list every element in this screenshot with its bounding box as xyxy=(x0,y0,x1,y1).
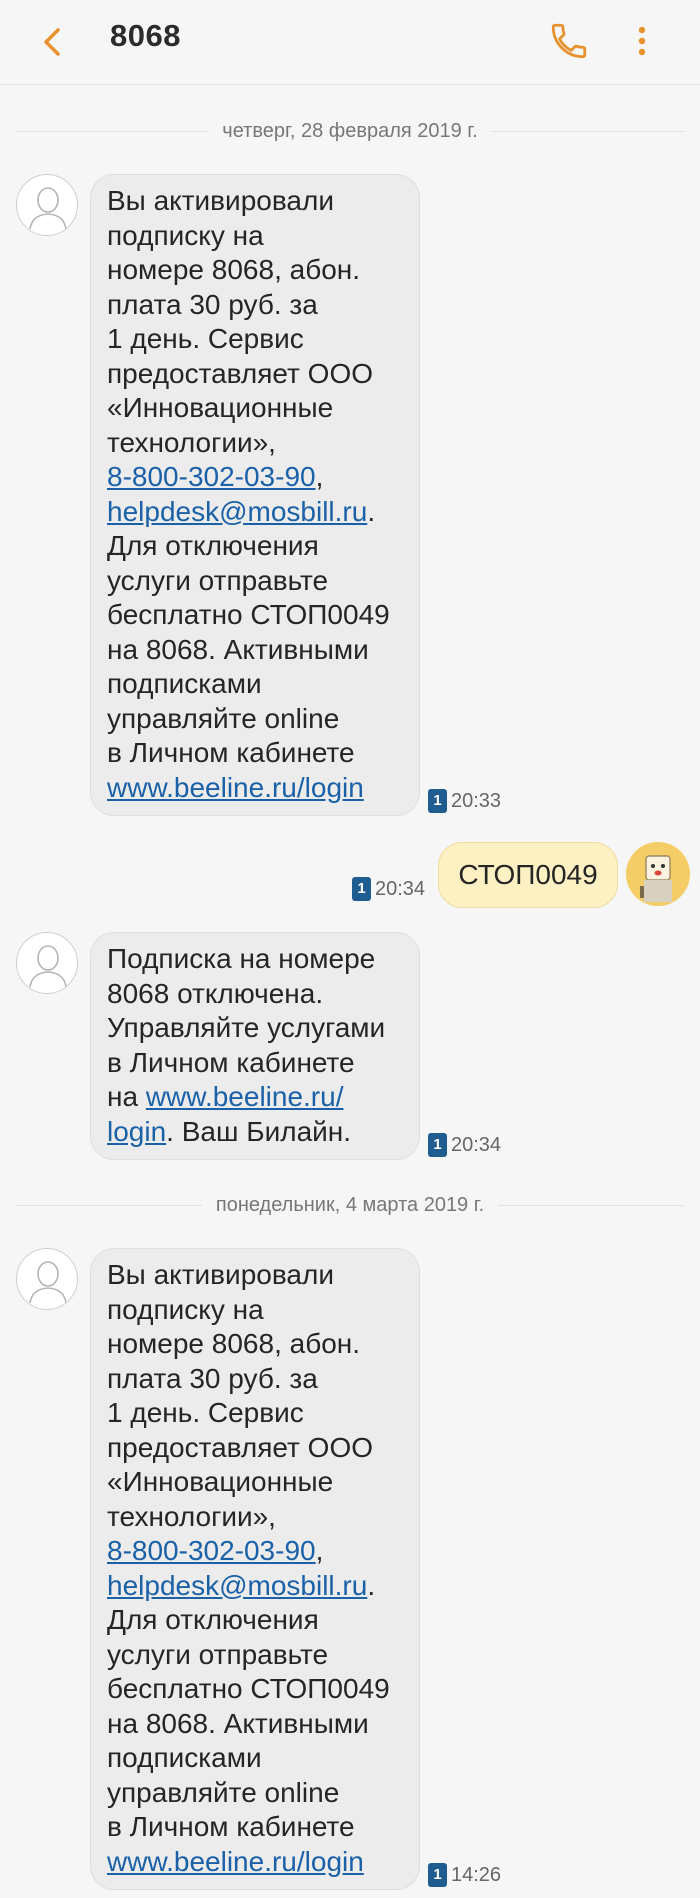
message-text: на xyxy=(107,1081,139,1112)
message-line: Подписка на номере xyxy=(107,943,376,974)
person-icon xyxy=(29,1261,67,1304)
phone-link[interactable]: 8-800-302-03-90 xyxy=(107,1535,316,1566)
message-line: бесплатно СТОП0049 xyxy=(107,599,390,630)
message-line: предоставляет ООО xyxy=(107,357,373,389)
url-link[interactable]: www.beeline.ru/login xyxy=(107,1846,364,1877)
person-icon xyxy=(29,945,67,988)
date-separator: четверг, 28 февраля 2019 г. xyxy=(16,116,685,146)
date-label: четверг, 28 февраля 2019 г. xyxy=(222,119,478,142)
message-meta: 1 20:34 xyxy=(352,876,425,902)
message-line: управляйте online xyxy=(107,1776,340,1808)
message-text: . Ваш Билайн. xyxy=(166,1115,352,1147)
email-link[interactable]: helpdesk@mosbill.ru xyxy=(107,496,367,527)
chevron-left-icon xyxy=(44,28,60,56)
message-text: СТОП0049 xyxy=(458,859,598,890)
message-line: услуги отправьте xyxy=(107,564,329,596)
message-line: технологии», xyxy=(107,426,276,458)
message-line: Для отключения xyxy=(107,530,319,561)
app-header: 8068 xyxy=(0,0,700,85)
message-line: подписками xyxy=(107,1742,262,1773)
message-meta: 1 20:34 xyxy=(428,1132,501,1158)
divider xyxy=(498,1204,685,1206)
message-line: плата 30 руб. за xyxy=(107,1362,318,1394)
message-time: 20:33 xyxy=(451,789,502,812)
message-meta: 1 20:33 xyxy=(428,788,501,814)
message-line: подписками xyxy=(107,668,262,699)
more-options-button[interactable] xyxy=(630,20,654,62)
message-time: 20:34 xyxy=(451,1133,502,1156)
message-line: подписку на xyxy=(107,219,264,251)
message-bubble[interactable]: Вы активировали подписку на номере 8068,… xyxy=(90,174,420,816)
person-icon xyxy=(29,187,67,230)
message-line: плата 30 руб. за xyxy=(107,288,318,320)
message-line: услуги отправьте xyxy=(107,1638,329,1670)
message-line: номере 8068, абон. xyxy=(107,254,361,285)
back-button[interactable] xyxy=(34,20,74,64)
message-line: управляйте online xyxy=(107,702,340,734)
message-bubble[interactable]: Подписка на номере 8068 отключена. Управ… xyxy=(90,932,420,1160)
divider xyxy=(16,1204,202,1206)
message-line: предоставляет ООО xyxy=(107,1431,373,1463)
more-vertical-icon xyxy=(638,26,646,56)
message-line: в Личном кабинете xyxy=(107,737,355,768)
sent-message-bubble[interactable]: СТОП0049 xyxy=(438,842,618,908)
conversation-title: 8068 xyxy=(110,18,181,53)
message-meta: 1 14:26 xyxy=(428,1862,501,1888)
message-bubble[interactable]: Вы активировали подписку на номере 8068,… xyxy=(90,1248,420,1890)
url-link[interactable]: login xyxy=(107,1116,166,1147)
message-line: Управляйте услугами xyxy=(107,1012,386,1043)
url-link[interactable]: www.beeline.ru/login xyxy=(107,772,364,803)
divider xyxy=(16,130,209,132)
sim-badge: 1 xyxy=(428,1133,447,1157)
sim-badge: 1 xyxy=(352,877,371,901)
url-link[interactable]: www.beeline.ru/ xyxy=(146,1081,344,1112)
contact-avatar[interactable] xyxy=(16,932,78,994)
message-line: Вы активировали xyxy=(107,1259,334,1290)
message-line: 1 день. Сервис xyxy=(107,1397,304,1428)
message-line: технологии», xyxy=(107,1500,276,1532)
contact-avatar[interactable] xyxy=(16,174,78,236)
contact-avatar[interactable] xyxy=(16,1248,78,1310)
divider xyxy=(491,130,685,132)
date-separator: понедельник, 4 марта 2019 г. xyxy=(16,1190,685,1220)
message-line: «Инновационные xyxy=(107,392,334,423)
sim-badge: 1 xyxy=(428,1863,447,1887)
message-line: Вы активировали xyxy=(107,185,334,216)
message-line: подписку на xyxy=(107,1293,264,1325)
date-label: понедельник, 4 марта 2019 г. xyxy=(215,1193,485,1216)
message-line: бесплатно СТОП0049 xyxy=(107,1673,390,1704)
message-line: «Инновационные xyxy=(107,1466,334,1497)
message-line: 8068 отключена. xyxy=(107,977,324,1009)
email-link[interactable]: helpdesk@mosbill.ru xyxy=(107,1570,367,1601)
sim-badge: 1 xyxy=(428,789,447,813)
phone-link[interactable]: 8-800-302-03-90 xyxy=(107,461,316,492)
message-line: в Личном кабинете xyxy=(107,1046,355,1078)
message-line: в Личном кабинете xyxy=(107,1811,355,1842)
message-line: Для отключения xyxy=(107,1604,319,1635)
profile-image-icon xyxy=(640,855,672,902)
message-line: на 8068. Активными xyxy=(107,633,369,665)
message-line: номере 8068, абон. xyxy=(107,1328,361,1359)
message-time: 14:26 xyxy=(451,1863,502,1886)
message-time: 20:34 xyxy=(375,877,426,900)
user-avatar[interactable] xyxy=(626,842,690,906)
message-line: на 8068. Активными xyxy=(107,1707,369,1739)
phone-icon xyxy=(551,23,587,59)
message-line: 1 день. Сервис xyxy=(107,323,304,354)
call-button[interactable] xyxy=(548,20,590,62)
